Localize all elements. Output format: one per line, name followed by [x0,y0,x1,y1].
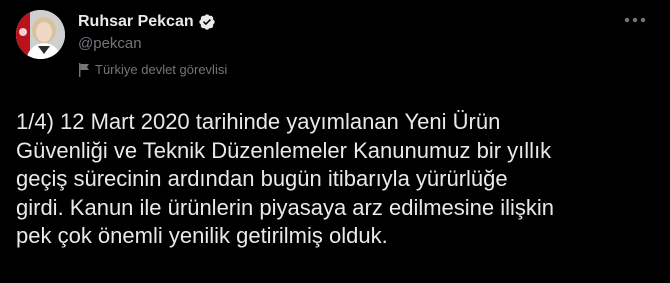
author-display-name[interactable]: Ruhsar Pekcan [78,12,194,32]
more-options-icon [624,17,646,23]
author-handle[interactable]: @pekcan [78,35,142,53]
profile-photo-icon [16,10,65,59]
account-label[interactable]: Türkiye devlet görevlisi [78,62,227,78]
account-label-text: Türkiye devlet görevlisi [95,62,228,77]
tweet-text: 1/4) 12 Mart 2020 tarihinde yayımlanan Y… [16,109,555,249]
author-name-row[interactable]: Ruhsar Pekcan [78,12,216,32]
tweet-card: Ruhsar Pekcan @pekcan Türkiye devlet gör… [0,0,670,283]
more-options-button[interactable] [618,8,652,32]
government-flag-icon [78,63,90,77]
avatar[interactable] [16,10,65,59]
verified-badge-icon [198,13,216,31]
